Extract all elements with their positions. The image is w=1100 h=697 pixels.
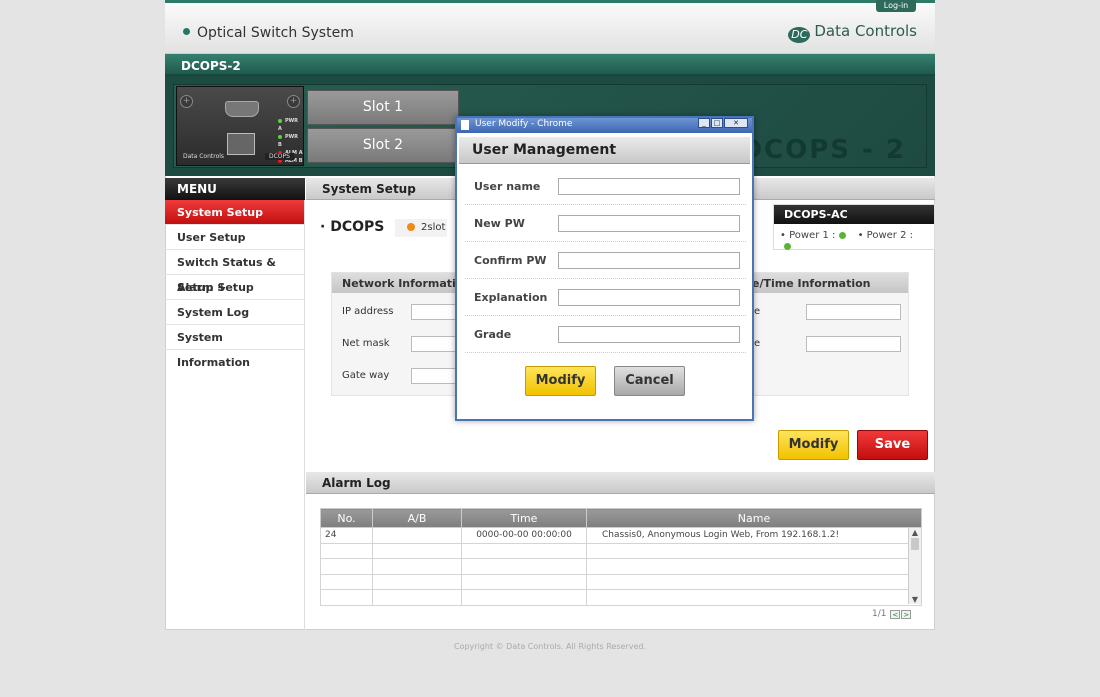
new-pw-label: New PW xyxy=(474,217,525,230)
page-indicator: 1/1 xyxy=(872,609,887,619)
sidebar-item-system-log[interactable]: System Log xyxy=(165,300,304,325)
explanation-input[interactable] xyxy=(558,289,740,306)
chassis-tag: DCOPS xyxy=(265,153,294,160)
dialog-modify-button[interactable]: Modify xyxy=(525,366,596,396)
power-status-box: DCOPS-AC • Power 1 : • Power 2 : xyxy=(773,204,935,250)
power-1-label: • Power 1 : xyxy=(780,230,836,241)
explanation-label: Explanation xyxy=(474,291,548,304)
prev-page-icon[interactable]: < xyxy=(890,610,901,619)
column-header-no: No. xyxy=(320,508,373,528)
power-2-status-icon xyxy=(784,243,791,250)
time-input[interactable] xyxy=(806,336,901,352)
table-row[interactable]: 24 0000-00-00 00:00:00 Chassis0, Anonymo… xyxy=(320,527,922,544)
sidebar-menu: System Setup User Setup Switch Status & … xyxy=(165,200,305,630)
user-name-input[interactable] xyxy=(558,178,740,195)
slot-status-icon xyxy=(407,223,415,231)
sidebar-item-switch-status[interactable]: Switch Status & Setup + xyxy=(165,250,304,294)
date-input[interactable] xyxy=(806,304,901,320)
modify-button[interactable]: Modify xyxy=(778,430,849,460)
power-1-status-icon xyxy=(839,232,847,239)
alarm-log-scrollbar[interactable]: ▲ ▼ xyxy=(908,528,921,604)
serial-port-icon xyxy=(225,101,259,117)
confirm-pw-input[interactable] xyxy=(558,252,740,269)
app-title: Optical Switch System xyxy=(183,25,354,41)
column-header-name: Name xyxy=(586,508,922,528)
new-pw-input[interactable] xyxy=(558,215,740,232)
ip-address-label: IP address xyxy=(342,306,394,317)
cell-ab xyxy=(372,527,462,544)
dialog-titlebar[interactable]: User Modify - Chrome _ □ ✕ xyxy=(457,118,752,133)
sidebar-item-user-setup[interactable]: User Setup xyxy=(165,225,304,250)
user-name-label: User name xyxy=(474,180,541,193)
grade-label: Grade xyxy=(474,328,512,341)
slot-info: 2slot xyxy=(395,219,447,237)
minimize-icon[interactable]: _ xyxy=(698,118,710,128)
slot-count: 2slot xyxy=(421,222,446,233)
column-header-time: Time xyxy=(461,508,587,528)
brand-name: Data Controls xyxy=(814,22,917,40)
sidebar-item-system-setup[interactable]: System Setup xyxy=(165,200,304,225)
dialog-cancel-button[interactable]: Cancel xyxy=(614,366,685,396)
screw-icon: + xyxy=(180,95,193,108)
slot-2-button[interactable]: Slot 2 xyxy=(307,128,459,163)
pagination: 1/1 < > xyxy=(872,609,912,619)
gateway-label: Gate way xyxy=(342,370,390,381)
datetime-title: e/Time Information xyxy=(752,277,871,290)
chassis-front-panel[interactable]: + + PWR A PWR B ALM A ALM B Data Control… xyxy=(176,86,304,166)
confirm-pw-label: Confirm PW xyxy=(474,254,547,267)
network-title: Network Information xyxy=(342,277,472,290)
ethernet-port-icon xyxy=(227,133,255,155)
save-button[interactable]: Save xyxy=(857,430,928,460)
date-label: e xyxy=(754,306,761,317)
power-box-title: DCOPS-AC xyxy=(774,205,934,224)
dialog-heading: User Management xyxy=(459,137,750,164)
brand-logo: DC Data Controls xyxy=(788,22,917,43)
cell-no: 24 xyxy=(320,527,373,544)
net-mask-label: Net mask xyxy=(342,338,390,349)
alarm-log-table: No. A/B Time Name 24 0000-00-00 00:00:00… xyxy=(320,508,922,606)
data-controls-logo-icon: DC xyxy=(788,27,811,43)
device-name: · DCOPS xyxy=(320,219,385,235)
device-bar: DCOPS-2 xyxy=(165,54,935,76)
table-row xyxy=(320,573,922,590)
menu-title: MENU xyxy=(165,178,305,200)
scroll-down-icon[interactable]: ▼ xyxy=(909,595,921,604)
scroll-up-icon[interactable]: ▲ xyxy=(909,528,921,537)
time-label: e xyxy=(754,338,761,349)
table-row xyxy=(320,589,922,606)
form-row-grade: Grade xyxy=(465,316,746,353)
sidebar-item-system-information[interactable]: System Information xyxy=(165,325,304,369)
table-row xyxy=(320,558,922,575)
next-page-icon[interactable]: > xyxy=(901,610,912,619)
alarm-log-header: Alarm Log xyxy=(306,472,935,494)
sidebar-item-alarm-setup[interactable]: Alarm Setup xyxy=(165,275,304,300)
maximize-icon[interactable]: □ xyxy=(711,118,723,128)
power-2-label: • Power 2 : xyxy=(857,230,913,241)
dialog-window-title: User Modify - Chrome xyxy=(475,119,573,129)
screw-icon: + xyxy=(287,95,300,108)
cell-time: 0000-00-00 00:00:00 xyxy=(461,527,587,544)
close-icon[interactable]: ✕ xyxy=(724,118,748,128)
bullet-icon xyxy=(183,28,190,35)
device-panel-label: DCOPS - 2 xyxy=(740,135,906,165)
table-row xyxy=(320,542,922,559)
window-controls: _ □ ✕ xyxy=(697,118,748,128)
page-icon xyxy=(461,120,469,130)
app-header: Optical Switch System DC Data Controls xyxy=(165,3,935,54)
grade-input[interactable] xyxy=(558,326,740,343)
scroll-thumb[interactable] xyxy=(911,538,919,550)
slot-1-button[interactable]: Slot 1 xyxy=(307,90,459,125)
column-header-ab: A/B xyxy=(372,508,462,528)
form-row-confirm-pw: Confirm PW xyxy=(465,242,746,279)
app-title-text: Optical Switch System xyxy=(197,25,354,41)
power-status-row: • Power 1 : • Power 2 : xyxy=(774,224,934,258)
form-row-new-pw: New PW xyxy=(465,205,746,242)
cell-name: Chassis0, Anonymous Login Web, From 192.… xyxy=(586,527,922,544)
form-row-user-name: User name xyxy=(465,168,746,205)
chassis-brand: Data Controls xyxy=(183,153,225,160)
login-button[interactable]: Log-in xyxy=(876,0,916,12)
user-modify-dialog: User Modify - Chrome _ □ ✕ User Management… xyxy=(455,116,754,421)
copyright: Copyright © Data Controls. All Rights Re… xyxy=(453,642,646,651)
form-row-explanation: Explanation xyxy=(465,279,746,316)
